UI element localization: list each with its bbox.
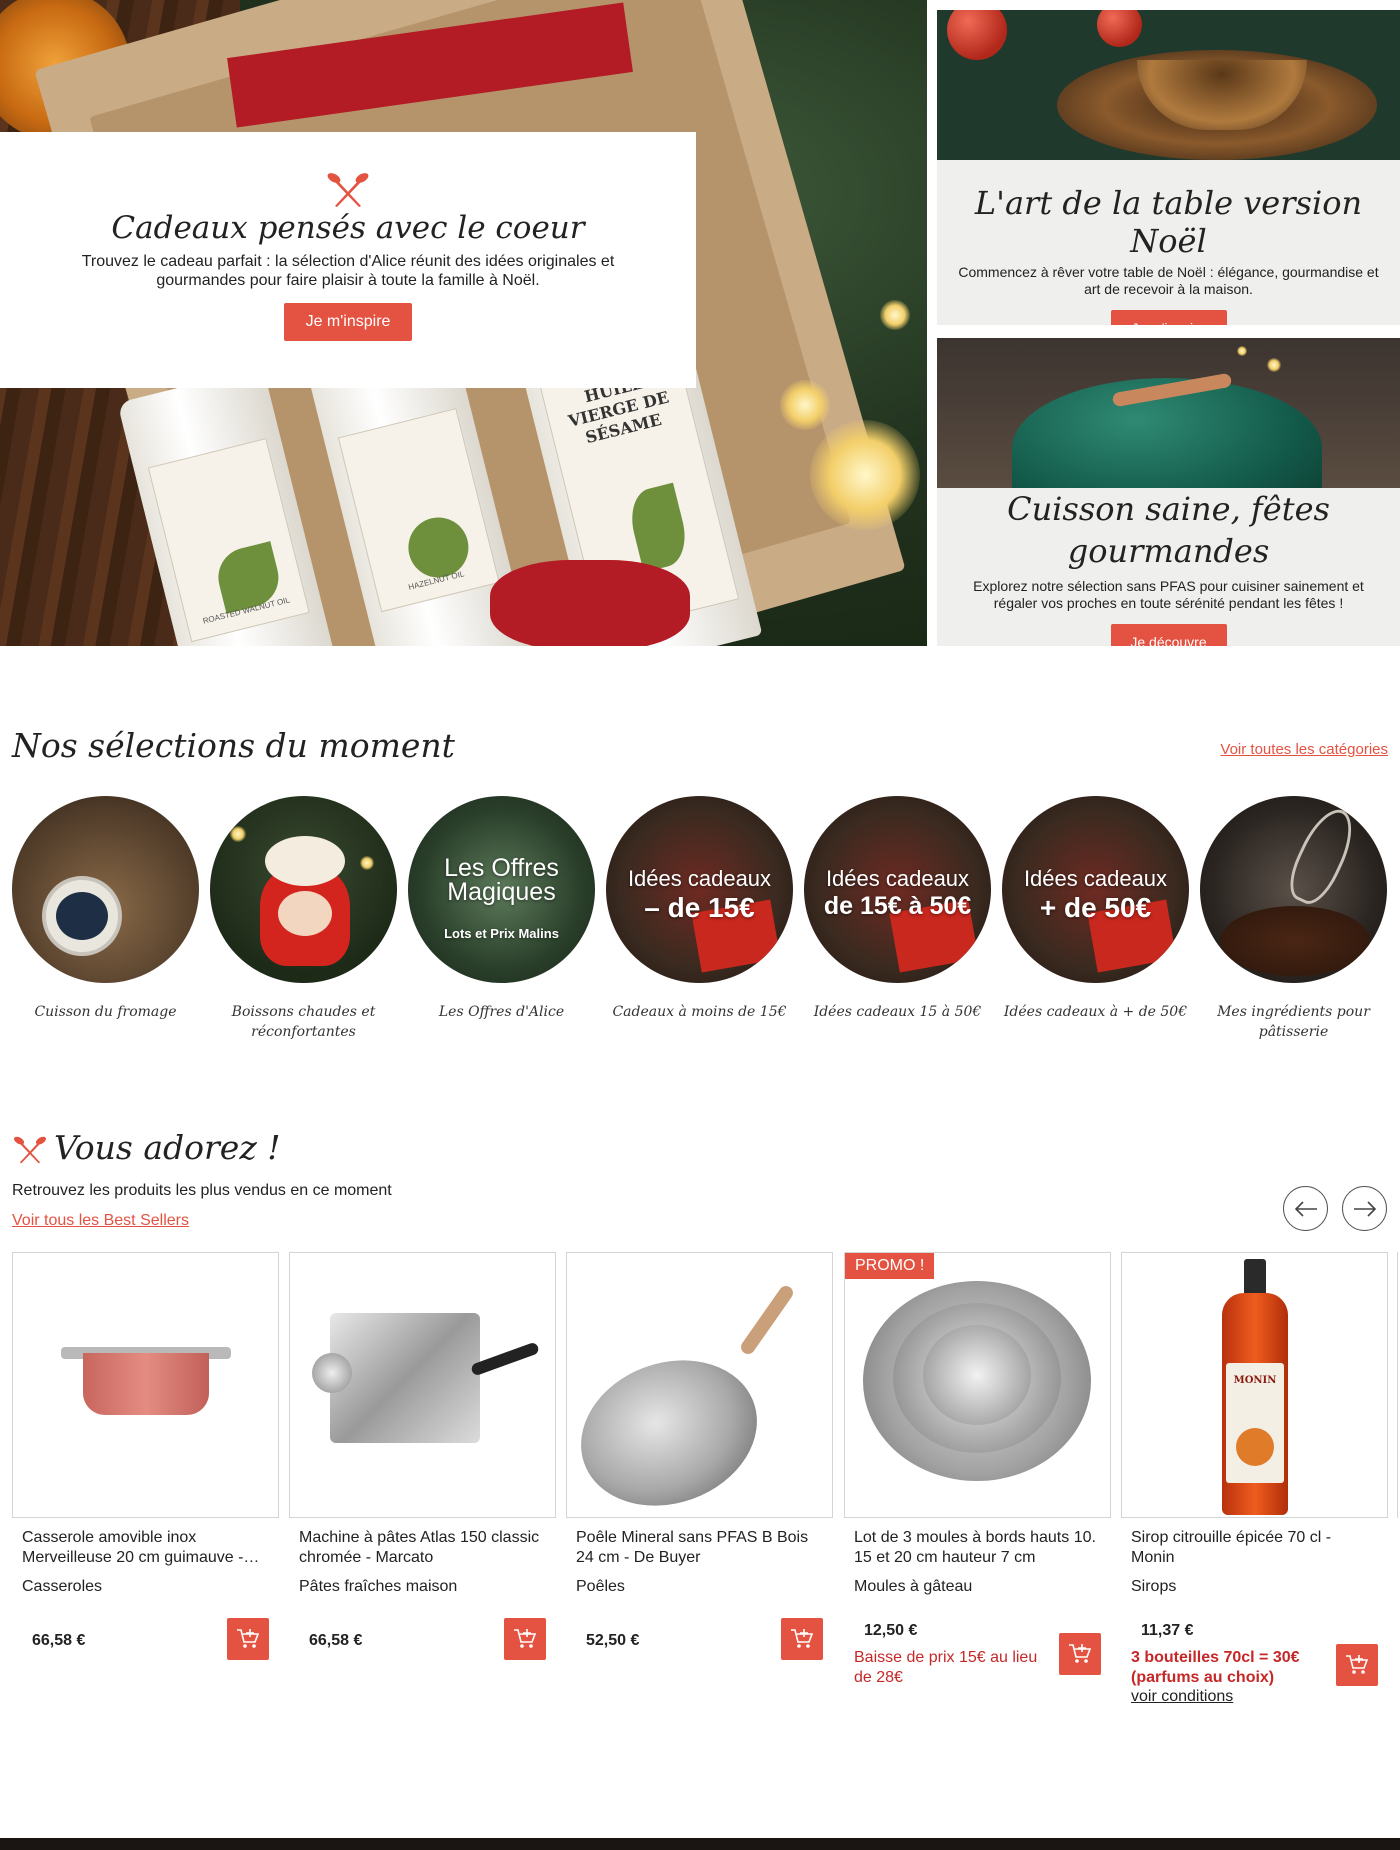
product-card[interactable]: PROMO ! Lot de 3 moules à bords hauts 10… <box>844 1252 1111 1686</box>
add-to-cart-button[interactable] <box>781 1618 823 1660</box>
table-setting-image <box>937 10 1400 160</box>
category-boissons-chaudes[interactable]: Boissons chaudes et réconfortantes <box>210 796 397 1042</box>
category-caption: Idées cadeaux à + de 50€ <box>1003 1004 1188 1020</box>
category-image <box>12 796 199 983</box>
red-bow <box>490 560 690 646</box>
bokeh-light <box>810 420 920 530</box>
all-categories-link[interactable]: Voir toutes les catégories <box>1220 741 1388 758</box>
carousel-prev-button[interactable] <box>1283 1186 1328 1231</box>
add-to-cart-button[interactable] <box>1059 1633 1101 1675</box>
cart-plus-icon <box>791 1629 814 1648</box>
product-category[interactable]: Casseroles <box>12 1578 279 1596</box>
category-image <box>210 796 397 983</box>
hero-inspire-button[interactable]: Je m'inspire <box>284 303 412 341</box>
product-category[interactable]: Poêles <box>566 1578 833 1596</box>
side1-inspire-button[interactable]: Je m'inspire <box>1110 310 1227 325</box>
promo-text: Baisse de prix 15€ au lieu de 28€ <box>854 1649 1038 1686</box>
footer-banner-edge <box>0 1838 1400 1850</box>
side2-title: Cuisson saine, fêtes gourmandes <box>1007 490 1330 570</box>
product-category[interactable]: Moules à gâteau <box>844 1578 1111 1596</box>
cart-plus-icon <box>1346 1655 1369 1674</box>
side2-text: Explorez notre sélection sans PFAS pour … <box>973 578 1364 611</box>
product-price: 12,50 € <box>864 1622 918 1639</box>
bestsellers-title: Vous adorez ! <box>12 1128 280 1167</box>
category-offres-alice[interactable]: Les Offres Magiques Lots et Prix Malins … <box>408 796 595 1022</box>
crossed-spoons-icon <box>327 173 369 207</box>
product-image[interactable]: MONIN <box>1121 1252 1388 1518</box>
category-caption: Les Offres d'Alice <box>438 1004 565 1020</box>
product-image[interactable] <box>289 1252 556 1518</box>
add-to-cart-button[interactable] <box>1336 1644 1378 1686</box>
arrow-right-icon <box>1353 1200 1376 1217</box>
conditions-link[interactable]: voir conditions <box>1131 1688 1233 1706</box>
product-card[interactable]: Casserole amovible inox Merveilleuse 20 … <box>12 1252 279 1660</box>
hero-text: Trouvez le cadeau parfait : la sélection… <box>81 253 615 289</box>
product-card[interactable]: Machine à pâtes Atlas 150 classic chromé… <box>289 1252 556 1660</box>
product-card[interactable]: MONIN Sirop citrouille épicée 70 cl - Mo… <box>1121 1252 1388 1705</box>
product-card[interactable]: Poêle Mineral sans PFAS B Bois 24 cm - D… <box>566 1252 833 1660</box>
category-image: Les Offres Magiques Lots et Prix Malins <box>408 796 595 983</box>
cart-plus-icon <box>237 1629 260 1648</box>
add-to-cart-button[interactable] <box>504 1618 546 1660</box>
product-price: 52,50 € <box>586 1632 640 1649</box>
product-price: 66,58 € <box>32 1632 86 1649</box>
category-caption: Idées cadeaux 15 à 50€ <box>813 1004 982 1020</box>
selections-title: Nos sélections du moment <box>12 726 455 765</box>
category-patisserie[interactable]: Mes ingrédients pour pâtisserie <box>1200 796 1387 1042</box>
promo-text: 3 bouteilles 70cl = 30€ (parfums au choi… <box>1131 1649 1300 1686</box>
bestsellers-subtitle: Retrouvez les produits les plus vendus e… <box>12 1182 392 1199</box>
category-cuisson-fromage[interactable]: Cuisson du fromage <box>12 796 199 1022</box>
hero-title: Cadeaux pensés avec le coeur <box>111 210 585 246</box>
promo-card-cuisson[interactable]: Cuisson saine, fêtes gourmandes Explorez… <box>937 338 1400 646</box>
product-price: 11,37 € <box>1141 1622 1194 1639</box>
promo-card-table[interactable]: L'art de la table version Noël Commencez… <box>937 10 1400 325</box>
hero-card: Cadeaux pensés avec le coeur Trouvez le … <box>0 132 696 388</box>
category-caption: Cadeaux à moins de 15€ <box>612 1004 787 1020</box>
product-price: 66,58 € <box>309 1632 363 1649</box>
promo-badge: PROMO ! <box>845 1253 935 1279</box>
category-image: Idées cadeaux de 15€ à 50€ <box>804 796 991 983</box>
category-caption: Cuisson du fromage <box>34 1004 177 1020</box>
arrow-left-icon <box>1294 1200 1317 1217</box>
category-image: Idées cadeaux – de 15€ <box>606 796 793 983</box>
product-image[interactable]: PROMO ! <box>844 1252 1111 1518</box>
product-category[interactable]: Sirops <box>1121 1578 1388 1596</box>
bokeh-light <box>780 380 830 430</box>
category-15-50[interactable]: Idées cadeaux de 15€ à 50€ Idées cadeaux… <box>804 796 991 1022</box>
bestsellers-title-text: Vous adorez ! <box>54 1128 281 1167</box>
product-image[interactable] <box>566 1252 833 1518</box>
category-caption: Boissons chaudes et réconfortantes <box>231 1004 376 1040</box>
add-to-cart-button[interactable] <box>227 1618 269 1660</box>
category-plus-50[interactable]: Idées cadeaux + de 50€ Idées cadeaux à +… <box>1002 796 1189 1022</box>
product-name[interactable]: Sirop citrouille épicée 70 cl - Monin <box>1121 1528 1388 1568</box>
bokeh-light <box>880 300 910 330</box>
side1-text: Commencez à rêver votre table de Noël : … <box>958 264 1379 297</box>
category-moins-15[interactable]: Idées cadeaux – de 15€ Cadeaux à moins d… <box>606 796 793 1022</box>
cocotte-image <box>937 338 1400 488</box>
cart-plus-icon <box>514 1629 537 1648</box>
side2-discover-button[interactable]: Je découvre <box>1110 624 1227 646</box>
product-name[interactable]: Machine à pâtes Atlas 150 classic chromé… <box>289 1528 556 1568</box>
category-caption: Mes ingrédients pour pâtisserie <box>1217 1004 1370 1040</box>
crossed-spoons-icon <box>14 1136 46 1164</box>
carousel-next-button[interactable] <box>1342 1186 1387 1231</box>
category-image <box>1200 796 1387 983</box>
cart-plus-icon <box>1069 1644 1092 1663</box>
product-name[interactable]: Lot de 3 moules à bords hauts 10. 15 et … <box>844 1528 1111 1568</box>
product-name[interactable]: Poêle Mineral sans PFAS B Bois 24 cm - D… <box>566 1528 833 1568</box>
product-image[interactable] <box>12 1252 279 1518</box>
category-image: Idées cadeaux + de 50€ <box>1002 796 1189 983</box>
side1-title: L'art de la table version Noël <box>974 184 1363 260</box>
product-name[interactable]: Casserole amovible inox Merveilleuse 20 … <box>12 1528 279 1568</box>
product-category[interactable]: Pâtes fraîches maison <box>289 1578 556 1596</box>
all-bestsellers-link[interactable]: Voir tous les Best Sellers <box>12 1212 189 1230</box>
